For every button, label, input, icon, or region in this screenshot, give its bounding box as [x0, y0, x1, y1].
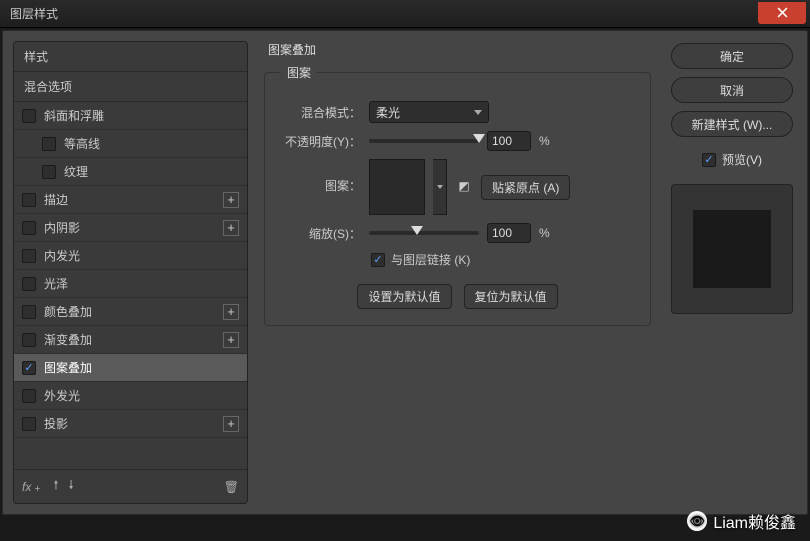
sidebar-header-styles[interactable]: 样式 [14, 42, 247, 72]
snap-origin-button[interactable]: 贴紧原点 (A) [481, 175, 570, 200]
opacity-slider[interactable] [369, 139, 479, 143]
opacity-label: 不透明度(Y)： [281, 133, 361, 150]
scale-input[interactable]: 100 [487, 223, 531, 243]
add-effect-icon[interactable]: + [223, 332, 239, 348]
preview-label: 预览(V) [722, 151, 762, 168]
blend-mode-dropdown[interactable]: 柔光 [369, 101, 489, 123]
pattern-dropdown[interactable] [433, 159, 447, 215]
default-buttons-row: 设置为默认值 复位为默认值 [281, 284, 634, 309]
sidebar-item-label: 投影 [44, 415, 223, 432]
sidebar-item[interactable]: 等高线 [14, 130, 247, 158]
cancel-button[interactable]: 取消 [671, 77, 793, 103]
sidebar-item[interactable]: 内发光 [14, 242, 247, 270]
close-button[interactable] [758, 2, 806, 24]
arrow-down-icon[interactable]: 🠗 [69, 476, 74, 497]
sidebar-item-label: 内发光 [44, 247, 239, 264]
pattern-row: 图案： ◩ 贴紧原点 (A) [281, 159, 634, 215]
checkbox-icon [22, 221, 36, 235]
scale-row: 缩放(S)： 100 % [281, 223, 634, 243]
checkbox-icon [22, 305, 36, 319]
checkbox-icon [22, 193, 36, 207]
weibo-icon [687, 511, 707, 531]
opacity-row: 不透明度(Y)： 100 % [281, 131, 634, 151]
fx-icon[interactable]: fx﹢ [22, 478, 43, 495]
link-with-layer-checkbox[interactable]: 与图层链接 (K) [371, 251, 634, 268]
sidebar-item[interactable]: 投影 + [14, 410, 247, 438]
sidebar-footer: fx﹢ 🠕 🠗 🗑 [14, 469, 247, 503]
checkbox-icon [42, 137, 56, 151]
check-icon [702, 153, 716, 167]
sidebar-item[interactable]: 外发光 [14, 382, 247, 410]
opacity-input[interactable]: 100 [487, 131, 531, 151]
sidebar-item-label: 描边 [44, 191, 223, 208]
ok-button[interactable]: 确定 [671, 43, 793, 69]
new-style-button[interactable]: 新建样式 (W)... [671, 111, 793, 137]
checkbox-icon [42, 165, 56, 179]
preview-box [671, 184, 793, 314]
sidebar-item[interactable]: 光泽 [14, 270, 247, 298]
checkbox-icon [22, 277, 36, 291]
sidebar-item[interactable]: 颜色叠加 + [14, 298, 247, 326]
sidebar-item[interactable]: 纹理 [14, 158, 247, 186]
dialog-content: 样式 混合选项 斜面和浮雕 等高线 纹理 描边 + 内阴影 + 内发光 光泽 颜… [2, 30, 808, 515]
preview-checkbox[interactable]: 预览(V) [671, 151, 793, 168]
sidebar-item[interactable]: 图案叠加 [14, 354, 247, 382]
scale-slider[interactable] [369, 231, 479, 235]
fieldset-legend: 图案 [281, 64, 317, 81]
sidebar-item-label: 内阴影 [44, 219, 223, 236]
checkbox-icon [22, 361, 36, 375]
sidebar-item-label: 颜色叠加 [44, 303, 223, 320]
set-default-button[interactable]: 设置为默认值 [357, 284, 451, 309]
sidebar-item-label: 光泽 [44, 275, 239, 292]
watermark: Liam赖俊鑫 [687, 509, 796, 533]
main-panel: 图案叠加 图案 混合模式： 柔光 不透明度(Y)： 100 % 图案： ◩ 贴紧 [248, 31, 667, 514]
pattern-label: 图案： [281, 159, 361, 194]
arrow-up-icon[interactable]: 🠕 [53, 476, 58, 497]
blend-mode-row: 混合模式： 柔光 [281, 101, 634, 123]
sidebar-header-blend-options[interactable]: 混合选项 [14, 72, 247, 102]
sidebar-item[interactable]: 斜面和浮雕 [14, 102, 247, 130]
sidebar-item-label: 斜面和浮雕 [44, 107, 239, 124]
sidebar-item-label: 图案叠加 [44, 359, 239, 376]
sidebar-item-label: 纹理 [64, 163, 239, 180]
scale-label: 缩放(S)： [281, 225, 361, 242]
sidebar-item-label: 渐变叠加 [44, 331, 223, 348]
close-icon [777, 7, 788, 18]
trash-icon[interactable]: 🗑 [224, 480, 239, 494]
add-effect-icon[interactable]: + [223, 220, 239, 236]
add-effect-icon[interactable]: + [223, 192, 239, 208]
checkbox-icon [22, 333, 36, 347]
preview-swatch [693, 210, 771, 288]
checkbox-icon [22, 389, 36, 403]
opacity-unit: % [539, 134, 550, 148]
checkbox-icon [22, 109, 36, 123]
pattern-swatch[interactable] [369, 159, 425, 215]
section-title: 图案叠加 [268, 41, 651, 58]
reset-default-button[interactable]: 复位为默认值 [464, 284, 558, 309]
link-label: 与图层链接 (K) [391, 251, 470, 268]
titlebar: 图层样式 [0, 0, 810, 28]
add-effect-icon[interactable]: + [223, 304, 239, 320]
styles-sidebar: 样式 混合选项 斜面和浮雕 等高线 纹理 描边 + 内阴影 + 内发光 光泽 颜… [13, 41, 248, 504]
window-title: 图层样式 [10, 5, 758, 22]
blend-mode-label: 混合模式： [281, 104, 361, 121]
pattern-fieldset: 图案 混合模式： 柔光 不透明度(Y)： 100 % 图案： ◩ 贴紧原点 (A… [264, 64, 651, 326]
sidebar-item[interactable]: 描边 + [14, 186, 247, 214]
new-preset-icon[interactable]: ◩ [455, 177, 473, 195]
sidebar-item[interactable]: 内阴影 + [14, 214, 247, 242]
checkbox-icon [22, 249, 36, 263]
scale-unit: % [539, 226, 550, 240]
sidebar-item-label: 等高线 [64, 135, 239, 152]
sidebar-item-label: 外发光 [44, 387, 239, 404]
check-icon [371, 253, 385, 267]
checkbox-icon [22, 417, 36, 431]
add-effect-icon[interactable]: + [223, 416, 239, 432]
sidebar-item[interactable]: 渐变叠加 + [14, 326, 247, 354]
right-column: 确定 取消 新建样式 (W)... 预览(V) [667, 31, 807, 514]
